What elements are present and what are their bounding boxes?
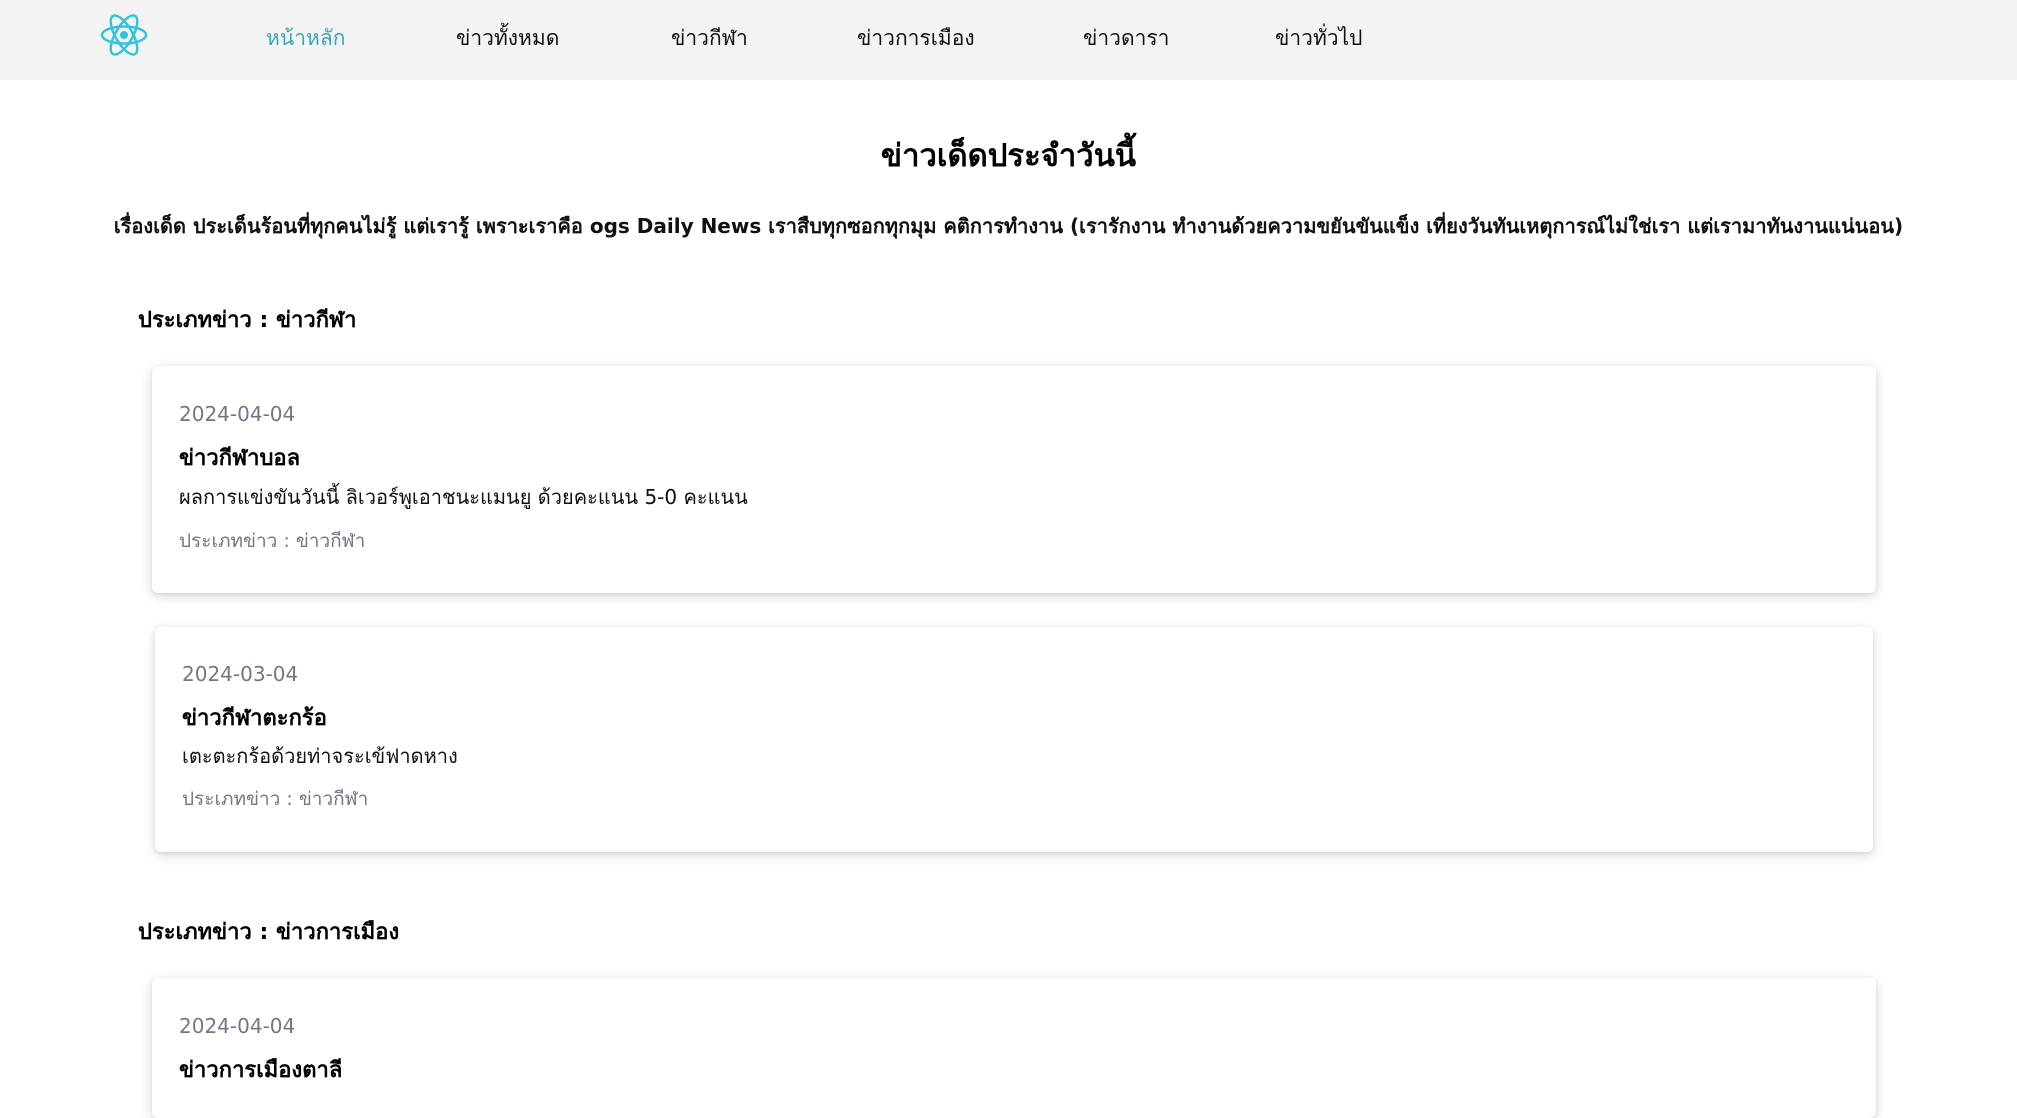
news-title[interactable]: ข่าวกีฬาบอล	[179, 440, 300, 475]
nav-sports-news[interactable]: ข่าวกีฬา	[671, 22, 748, 55]
top-navbar: หน้าหลัก ข่าวทั้งหมด ข่าวกีฬา ข่าวการเมื…	[0, 0, 2017, 80]
nav-home[interactable]: หน้าหลัก	[266, 22, 345, 55]
news-card[interactable]: 2024-04-04 ข่าวกีฬาบอล ผลการแข่งขันวันนี…	[152, 366, 1876, 593]
news-card[interactable]: 2024-03-04 ข่าวกีฬาตะกร้อ เตะตะกร้อด้วยท…	[155, 627, 1873, 852]
intro-text: เรื่องเด็ด ประเด็นร้อนที่ทุกคนไม่รู้ แต่…	[113, 214, 1904, 238]
news-card[interactable]: 2024-04-04 ข่าวการเมืองตาลี	[152, 978, 1876, 1118]
section-title-sports: ประเภทข่าว : ข่าวกีฬา	[138, 308, 357, 333]
news-description: ผลการแข่งขันวันนี้ ลิเวอร์พูเอาชนะแมนยู …	[179, 485, 748, 509]
news-category: ประเภทข่าว : ข่าวกีฬา	[182, 788, 369, 810]
nav-politics-news[interactable]: ข่าวการเมือง	[857, 22, 975, 55]
react-atom-icon[interactable]	[100, 13, 148, 57]
nav-general-news[interactable]: ข่าวทั่วไป	[1275, 22, 1362, 55]
nav-celebrity-news[interactable]: ข่าวดารา	[1083, 22, 1169, 55]
news-date: 2024-03-04	[182, 662, 299, 686]
nav-all-news[interactable]: ข่าวทั้งหมด	[456, 22, 559, 55]
page-title: ข่าวเด็ดประจำวันนี้	[880, 138, 1137, 174]
news-title[interactable]: ข่าวการเมืองตาลี	[179, 1052, 342, 1087]
news-date: 2024-04-04	[179, 1014, 296, 1038]
section-title-politics: ประเภทข่าว : ข่าวการเมือง	[138, 920, 400, 945]
news-date: 2024-04-04	[179, 402, 296, 426]
news-category: ประเภทข่าว : ข่าวกีฬา	[179, 530, 366, 552]
news-title[interactable]: ข่าวกีฬาตะกร้อ	[182, 700, 327, 735]
news-description: เตะตะกร้อด้วยท่าจระเข้ฟาดหาง	[182, 744, 458, 768]
